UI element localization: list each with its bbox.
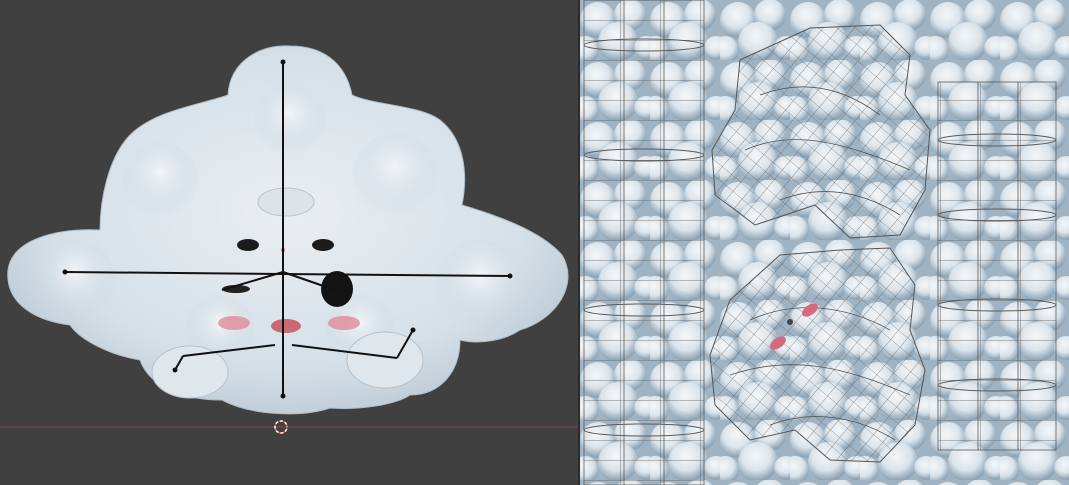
uv-island-left-strip[interactable] — [583, 0, 705, 485]
uv-island-right-strip[interactable] — [937, 81, 1057, 451]
left-eye — [237, 239, 259, 251]
cloud-mesh[interactable] — [7, 45, 569, 415]
right-eye — [312, 239, 334, 251]
mouth — [271, 319, 301, 333]
eye-socket-right — [321, 271, 353, 307]
blender-window — [0, 0, 1069, 485]
3d-viewport[interactable] — [0, 0, 580, 485]
left-blush — [218, 316, 250, 330]
right-blush — [328, 316, 360, 330]
uv-editor[interactable] — [580, 0, 1069, 485]
